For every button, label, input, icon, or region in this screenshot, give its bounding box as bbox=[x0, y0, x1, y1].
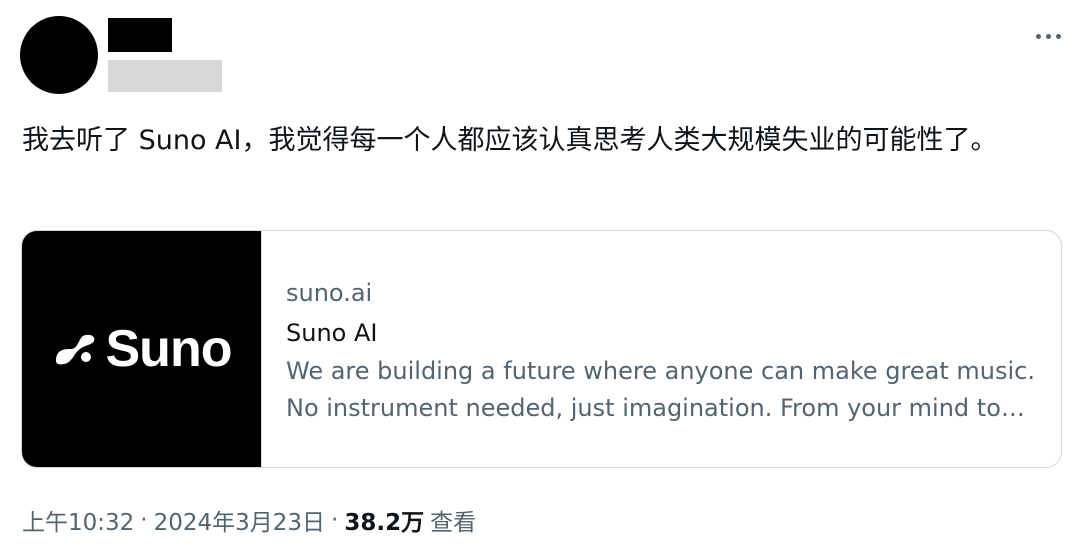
avatar[interactable] bbox=[20, 16, 98, 94]
tweet-date[interactable]: 2024年3月23日 bbox=[154, 503, 325, 537]
views-count[interactable]: 38.2万 bbox=[344, 503, 424, 537]
card-thumbnail: Suno bbox=[22, 231, 262, 467]
card-body[interactable]: suno.ai Suno AI We are building a future… bbox=[262, 231, 1061, 467]
suno-logo-wordmark: Suno bbox=[105, 320, 233, 378]
more-horizontal-icon bbox=[1045, 33, 1051, 39]
more-options-button[interactable] bbox=[1026, 20, 1070, 52]
card-title: Suno AI bbox=[286, 319, 378, 347]
link-preview-card[interactable]: Suno suno.ai Suno AI We are building a f… bbox=[21, 230, 1062, 468]
card-description: We are building a future where anyone ca… bbox=[286, 357, 1035, 422]
separator: · bbox=[140, 507, 148, 533]
suno-wave-icon bbox=[55, 334, 94, 365]
display-name-redacted[interactable] bbox=[108, 18, 172, 52]
more-horizontal-icon bbox=[1035, 33, 1041, 39]
tweet-metadata: 上午10:32 · 2024年3月23日 · 38.2万 查看 bbox=[22, 503, 476, 537]
card-domain: suno.ai bbox=[286, 279, 373, 307]
username-redacted[interactable] bbox=[108, 60, 222, 92]
separator: · bbox=[331, 507, 339, 533]
tweet-text: 我去听了 Suno AI，我觉得每一个人都应该认真思考人类大规模失业的可能性了。 bbox=[22, 125, 998, 156]
views-label: 查看 bbox=[430, 510, 477, 536]
tweet-time[interactable]: 上午10:32 bbox=[22, 503, 134, 537]
more-horizontal-icon bbox=[1055, 33, 1061, 39]
